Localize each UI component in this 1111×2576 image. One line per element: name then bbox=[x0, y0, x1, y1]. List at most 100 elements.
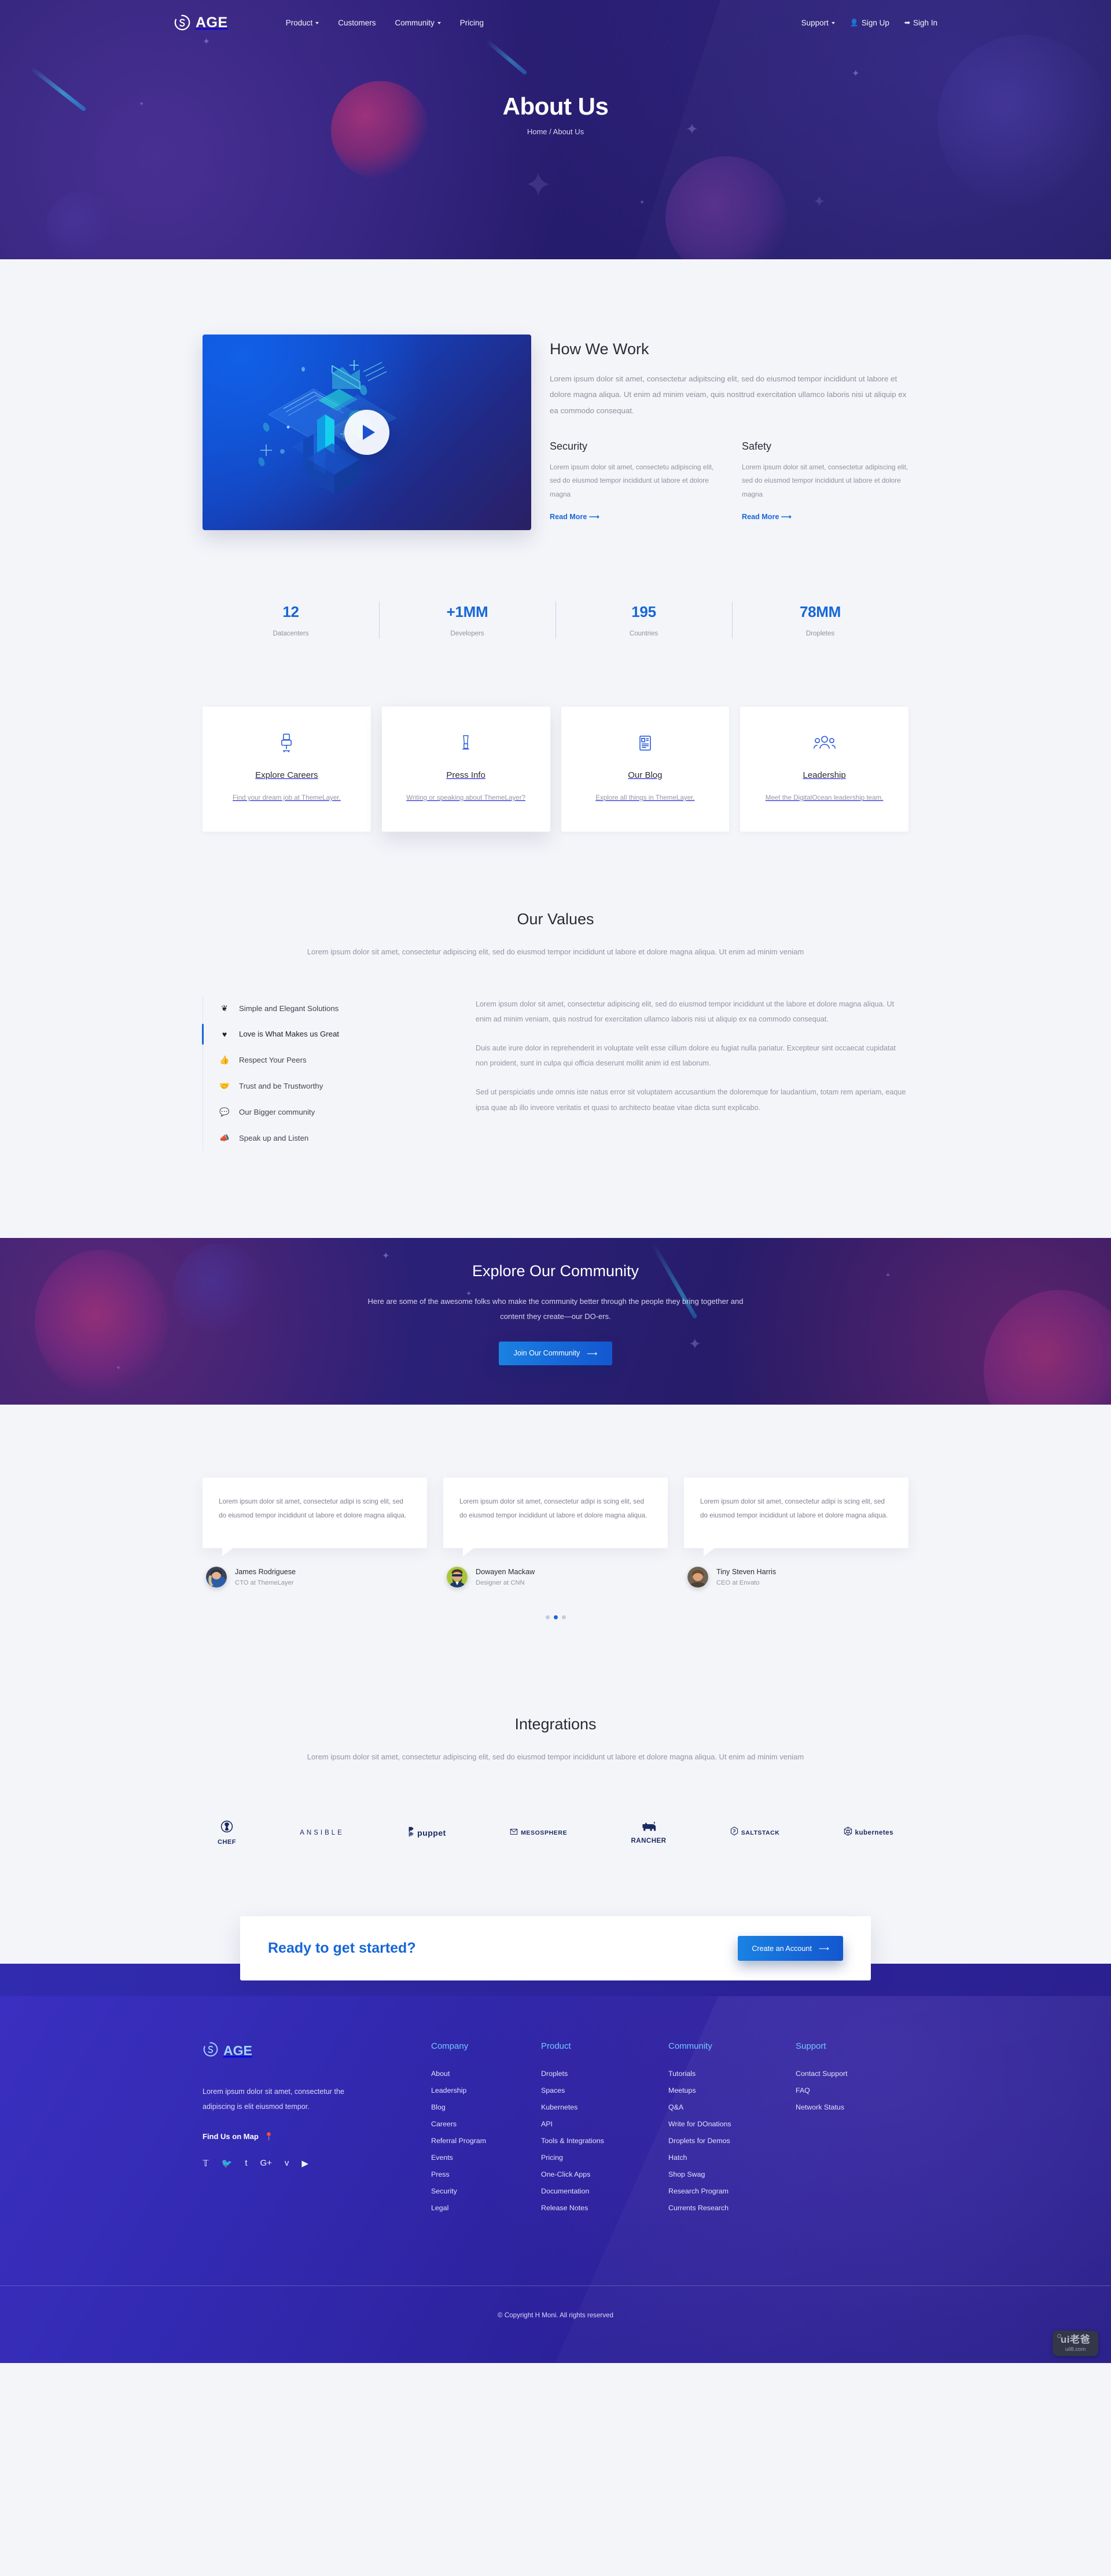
security-column: Security Lorem ipsum dolor sit amet, con… bbox=[550, 440, 716, 522]
hero-star-icon: ✦ bbox=[524, 166, 553, 204]
tumblr-icon[interactable]: t bbox=[245, 2158, 247, 2169]
security-read-more-link[interactable]: Read More ⟶ bbox=[550, 512, 599, 521]
footer-link-qa[interactable]: Q&A bbox=[668, 2103, 796, 2111]
heart-icon: ♥ bbox=[222, 1029, 227, 1039]
footer-link-droplets-for-demos[interactable]: Droplets for Demos bbox=[668, 2137, 796, 2145]
footer-link-network-status[interactable]: Network Status bbox=[796, 2103, 906, 2111]
value-tab-trust-and-be-trustworthy[interactable]: 🤝 Trust and be Trustworthy bbox=[203, 1073, 446, 1099]
footer-link-press[interactable]: Press bbox=[431, 2170, 541, 2178]
value-tab-love-is-what-makes-us-great[interactable]: ♥ Love is What Makes us Great bbox=[202, 1021, 446, 1047]
footer-link-kubernetes[interactable]: Kubernetes bbox=[541, 2103, 668, 2111]
community-text: Here are some of the awesome folks who m… bbox=[367, 1296, 744, 1321]
testimonial-name: James Rodriguese bbox=[235, 1568, 296, 1577]
card-text: Find your dream job at ThemeLayer. bbox=[233, 794, 341, 802]
watermark-title: ui老爸 bbox=[1060, 2334, 1090, 2346]
card-title: Press Info bbox=[446, 770, 485, 780]
card-our-blog[interactable]: Our Blog Explore all things in ThemeLaye… bbox=[561, 707, 730, 832]
testimonial-role: Designer at CNN bbox=[476, 1579, 525, 1587]
logo-chef[interactable]: CHEF bbox=[218, 1820, 236, 1846]
footer-link-release-notes[interactable]: Release Notes bbox=[541, 2204, 668, 2212]
nav-item-customers[interactable]: Customers bbox=[338, 19, 376, 27]
link-label: Find Us on Map bbox=[203, 2132, 259, 2141]
nav-item-community[interactable]: Community bbox=[395, 19, 441, 27]
safety-read-more-link[interactable]: Read More ⟶ bbox=[742, 512, 792, 521]
puppet-icon bbox=[408, 1827, 415, 1840]
value-tab-simple-and-elegant-solutions[interactable]: ❦ Simple and Elegant Solutions bbox=[203, 995, 446, 1021]
nav-item-pricing[interactable]: Pricing bbox=[460, 19, 484, 27]
footer-logo[interactable]: AGE bbox=[203, 2041, 431, 2060]
hero-blob-left bbox=[46, 191, 116, 259]
carousel-dot-2[interactable] bbox=[553, 1615, 558, 1620]
footer-link-careers[interactable]: Careers bbox=[431, 2120, 541, 2128]
footer-link-events[interactable]: Events bbox=[431, 2154, 541, 2162]
nav-label: Product bbox=[285, 18, 313, 27]
stat-label: Developers bbox=[450, 630, 484, 637]
footer-link-documentation[interactable]: Documentation bbox=[541, 2187, 668, 2195]
youtube-icon[interactable]: ▶ bbox=[301, 2158, 308, 2169]
safety-body: Lorem ipsum dolor sit amet, consectetur … bbox=[742, 462, 908, 498]
logo-kubernetes[interactable]: kubernetes bbox=[844, 1827, 893, 1839]
footer-link-currents-research[interactable]: Currents Research bbox=[668, 2204, 796, 2212]
nav-item-support[interactable]: Support bbox=[801, 19, 835, 27]
google-plus-icon[interactable]: G+ bbox=[260, 2158, 271, 2169]
footer-link-blog[interactable]: Blog bbox=[431, 2103, 541, 2111]
kubernetes-icon bbox=[844, 1827, 852, 1839]
carousel-dot-1[interactable] bbox=[545, 1615, 550, 1620]
logo-saltstack[interactable]: SALTSTACK bbox=[730, 1827, 780, 1839]
carousel-dot-3[interactable] bbox=[561, 1615, 566, 1620]
logo-mesosphere[interactable]: MESOSPHERE bbox=[510, 1828, 567, 1839]
card-explore-careers[interactable]: Explore Careers Find your dream job at T… bbox=[203, 707, 371, 832]
promo-video-thumbnail[interactable] bbox=[203, 335, 531, 530]
footer-link-shop-swag[interactable]: Shop Swag bbox=[668, 2170, 796, 2178]
footer-link-hatch[interactable]: Hatch bbox=[668, 2154, 796, 2162]
footer-link-write-for-donations[interactable]: Write for DOnations bbox=[668, 2120, 796, 2128]
footer-link-one-click-apps[interactable]: One-Click Apps bbox=[541, 2170, 668, 2178]
footer-link-meetups[interactable]: Meetups bbox=[668, 2086, 796, 2094]
facebook-icon[interactable]: 𝕋 bbox=[203, 2158, 209, 2169]
twitter-icon[interactable]: 🐦 bbox=[222, 2158, 233, 2169]
logo-puppet[interactable]: puppet bbox=[408, 1827, 446, 1840]
footer-link-referral-program[interactable]: Referral Program bbox=[431, 2137, 541, 2145]
value-tab-speak-up-and-listen[interactable]: 📣 Speak up and Listen bbox=[203, 1125, 446, 1151]
footer-link-legal[interactable]: Legal bbox=[431, 2204, 541, 2212]
card-leadership[interactable]: Leadership Meet the DigitalOcean leaders… bbox=[740, 707, 908, 832]
create-an-account-button[interactable]: Create an Account ⟶ bbox=[738, 1936, 843, 1961]
footer-link-leadership[interactable]: Leadership bbox=[431, 2086, 541, 2094]
logo-label: MESOSPHERE bbox=[521, 1829, 568, 1837]
footer-link-research-program[interactable]: Research Program bbox=[668, 2187, 796, 2195]
chevron-down-icon bbox=[315, 22, 319, 24]
breadcrumb-home[interactable]: Home bbox=[527, 127, 547, 136]
stat-label: Countries bbox=[629, 630, 658, 637]
testimonial-quote: Lorem ipsum dolor sit amet, consectetur … bbox=[700, 1497, 888, 1519]
vimeo-icon[interactable]: v bbox=[285, 2158, 289, 2169]
find-us-on-map-link[interactable]: Find Us on Map 📍 bbox=[203, 2132, 274, 2141]
footer-link-api[interactable]: API bbox=[541, 2120, 668, 2128]
footer-link-tutorials[interactable]: Tutorials bbox=[668, 2070, 796, 2078]
nav-item-sign-in[interactable]: ➡ Sigh In bbox=[904, 19, 937, 27]
join-our-community-button[interactable]: Join Our Community ⟶ bbox=[498, 1341, 613, 1365]
testimonial-list: Lorem ipsum dolor sit amet, consectetur … bbox=[203, 1477, 908, 1588]
brand-logo[interactable]: AGE bbox=[174, 14, 228, 31]
value-tab-respect-your-peers[interactable]: 👍 Respect Your Peers bbox=[203, 1047, 446, 1073]
play-icon[interactable] bbox=[344, 410, 389, 455]
stat-droplets: 78MM Dropletes bbox=[732, 598, 908, 642]
megaphone-icon: 📣 bbox=[219, 1133, 230, 1142]
footer-link-security[interactable]: Security bbox=[431, 2187, 541, 2195]
footer-link-contact-support[interactable]: Contact Support bbox=[796, 2070, 906, 2078]
nav-item-sign-up[interactable]: 👤 Sign Up bbox=[850, 19, 889, 27]
integrations-section: Integrations Lorem ipsum dolor sit amet,… bbox=[203, 1715, 908, 1909]
footer-link-droplets[interactable]: Droplets bbox=[541, 2070, 668, 2078]
footer-link-faq[interactable]: FAQ bbox=[796, 2086, 906, 2094]
footer-link-about[interactable]: About bbox=[431, 2070, 541, 2078]
footer-link-tools-integrations[interactable]: Tools & Integrations bbox=[541, 2137, 668, 2145]
logo-ansible[interactable]: ANSIBLE bbox=[300, 1829, 344, 1836]
nav-item-product[interactable]: Product bbox=[286, 19, 319, 27]
footer-column-product: Product Droplets Spaces Kubernetes API T… bbox=[541, 2041, 668, 2221]
footer-link-spaces[interactable]: Spaces bbox=[541, 2086, 668, 2094]
footer-link-pricing[interactable]: Pricing bbox=[541, 2154, 668, 2162]
value-tab-our-bigger-community[interactable]: 💬 Our Bigger community bbox=[203, 1099, 446, 1125]
nav-label: Customers bbox=[338, 18, 376, 27]
chevron-down-icon bbox=[437, 22, 441, 24]
card-press-info[interactable]: Press Info Writing or speaking about The… bbox=[381, 707, 550, 832]
logo-rancher[interactable]: RANCHER bbox=[631, 1821, 666, 1844]
